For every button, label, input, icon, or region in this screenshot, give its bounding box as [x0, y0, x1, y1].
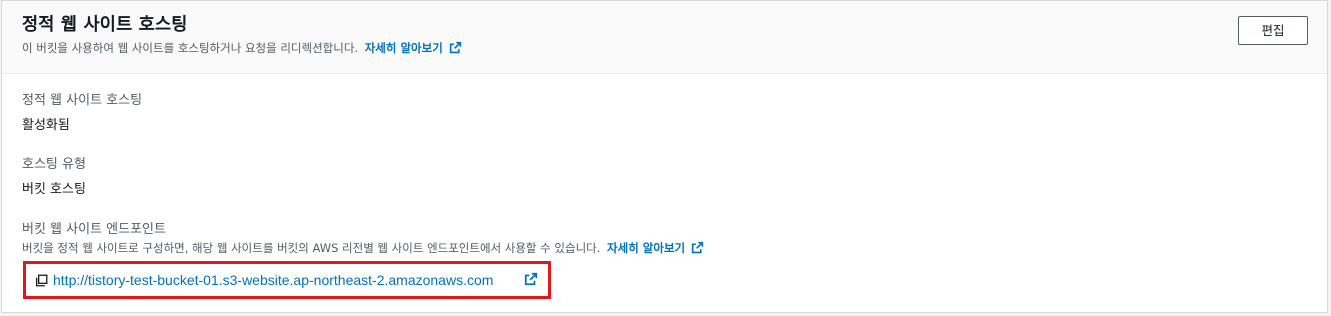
learn-more-link[interactable]: 자세히 알아보기 — [365, 41, 462, 55]
external-link-icon — [691, 241, 704, 254]
hosting-label: 정적 웹 사이트 호스팅 — [22, 93, 143, 108]
hosting-value: 활성화됨 — [22, 118, 70, 133]
endpoint-learn-more-link[interactable]: 자세히 알아보기 — [607, 241, 704, 255]
endpoint-url-link[interactable]: http://tistory-test-bucket-01.s3-website… — [53, 272, 493, 288]
hosting-type-value: 버킷 호스팅 — [22, 182, 86, 197]
learn-more-label: 자세히 알아보기 — [364, 41, 443, 55]
static-website-hosting-panel: 정적 웹 사이트 호스팅 이 버킷을 사용하여 웹 사이트를 호스팅하거나 요청… — [1, 0, 1328, 313]
panel-header: 정적 웹 사이트 호스팅 이 버킷을 사용하여 웹 사이트를 호스팅하거나 요청… — [2, 1, 1327, 74]
endpoint-label: 버킷 웹 사이트 엔드포인트 — [22, 222, 166, 237]
endpoint-description: 버킷을 정적 웹 사이트로 구성하면, 해당 웹 사이트를 버킷의 AWS 리전… — [22, 240, 704, 256]
panel-description-text: 이 버킷을 사용하여 웹 사이트를 호스팅하거나 요청을 리디렉션합니다. — [22, 41, 359, 55]
endpoint-learn-more-label: 자세히 알아보기 — [607, 241, 686, 255]
endpoint-highlight-box: http://tistory-test-bucket-01.s3-website… — [23, 261, 551, 299]
edit-button[interactable]: 편집 — [1238, 16, 1308, 45]
copy-icon[interactable] — [35, 274, 48, 287]
hosting-type-label: 호스팅 유형 — [22, 157, 86, 172]
panel-description: 이 버킷을 사용하여 웹 사이트를 호스팅하거나 요청을 리디렉션합니다. 자세… — [22, 40, 462, 56]
external-link-icon — [524, 272, 538, 286]
endpoint-description-text: 버킷을 정적 웹 사이트로 구성하면, 해당 웹 사이트를 버킷의 AWS 리전… — [22, 241, 601, 255]
external-link-icon — [449, 41, 462, 54]
panel-title: 정적 웹 사이트 호스팅 — [22, 15, 188, 35]
